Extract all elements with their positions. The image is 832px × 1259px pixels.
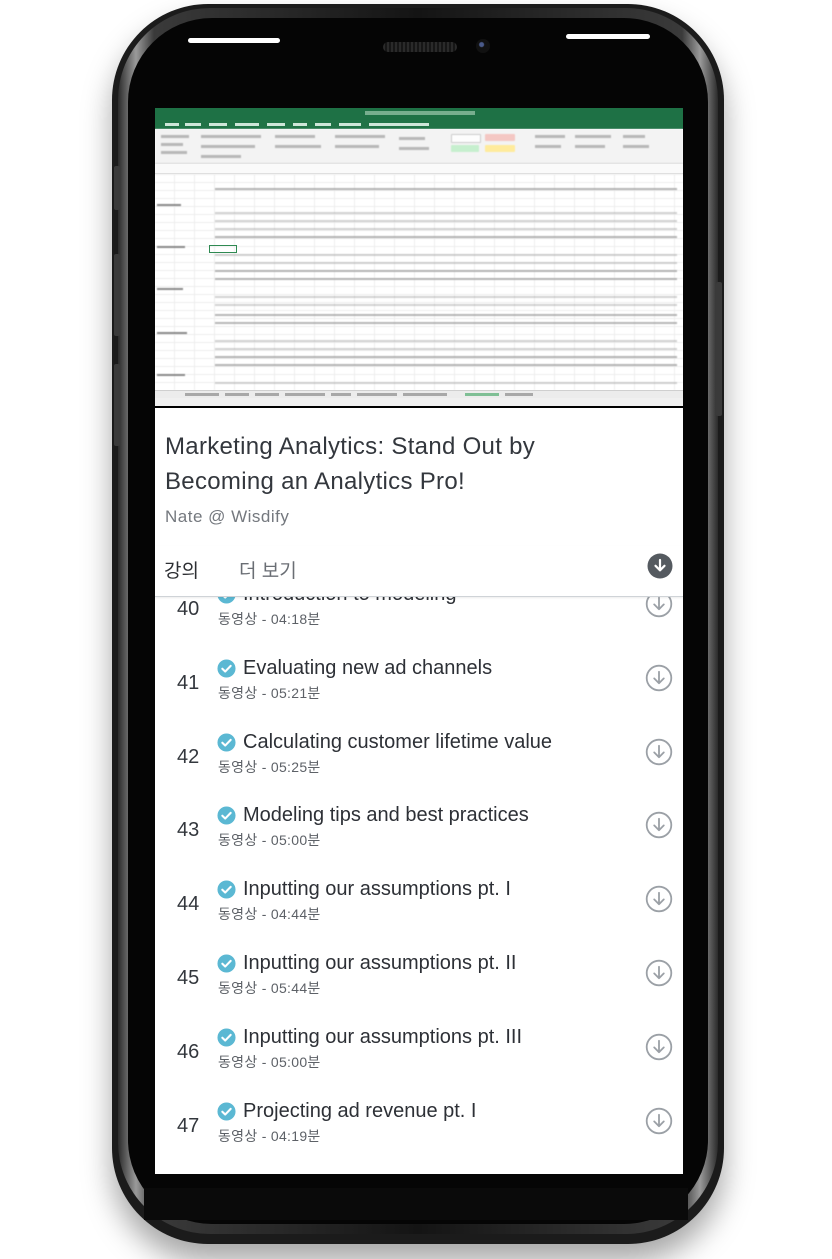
lecture-meta: 동영상 - 05:00분 (218, 832, 321, 848)
download-icon[interactable] (645, 959, 673, 987)
volume-up-button (114, 254, 120, 336)
tab-more[interactable]: 더 보기 (239, 556, 297, 583)
lecture-number: 47 (177, 1115, 200, 1137)
lecture-meta: 동영상 - 04:18분 (218, 611, 321, 627)
lecture-number: 40 (177, 598, 200, 620)
lecture-item[interactable]: 47 Projecting ad revenue pt. I 동영상 - 04:19… (155, 1074, 683, 1148)
glass-glint-left (188, 38, 280, 43)
download-icon[interactable] (645, 811, 673, 839)
lecture-item[interactable]: 41 Evaluating new ad channels 동영상 - 05:21분 (155, 631, 683, 705)
lecture-number: 43 (177, 819, 200, 841)
lecture-video-player[interactable] (155, 108, 683, 408)
lecture-meta: 동영상 - 04:44분 (218, 906, 321, 922)
lecture-title[interactable]: Introduction to modeling (243, 597, 456, 606)
lecture-title[interactable]: Evaluating new ad channels (243, 657, 492, 680)
download-icon[interactable] (645, 597, 673, 618)
spreadsheet-ribbon (155, 129, 683, 164)
lecture-number: 42 (177, 746, 200, 768)
completed-check-icon (217, 806, 236, 825)
course-title: Marketing Analytics: Stand Out by Becomi… (165, 433, 536, 495)
lecture-title[interactable]: Projecting ad revenue pt. I (243, 1100, 476, 1123)
front-camera (476, 39, 490, 53)
download-icon[interactable] (645, 738, 673, 766)
earpiece-speaker (383, 42, 457, 52)
lecture-title[interactable]: Modeling tips and best practices (243, 804, 529, 827)
download-all-icon[interactable] (647, 553, 673, 579)
lecture-item[interactable]: 46 Inputting our assumptions pt. III 동영상 -… (155, 1000, 683, 1074)
completed-check-icon (217, 733, 236, 752)
completed-check-icon (217, 659, 236, 678)
lecture-number: 44 (177, 893, 200, 915)
mute-switch (114, 166, 120, 210)
lecture-item[interactable]: 48Projecting ad revenue pt. II (155, 1147, 683, 1174)
lecture-item[interactable]: 45 Inputting our assumptions pt. II 동영상 - … (155, 926, 683, 1000)
lecture-title[interactable]: Inputting our assumptions pt. I (243, 878, 511, 901)
spreadsheet-grid (155, 174, 683, 390)
download-icon[interactable] (645, 664, 673, 692)
spreadsheet-menu-tabs (155, 120, 683, 129)
glass-glint-right (566, 34, 650, 39)
lecture-item[interactable]: 42 Calculating customer lifetime value 동영상… (155, 705, 683, 779)
lecture-item[interactable]: 40 Introduction to modeling 동영상 - 04:18분 (155, 597, 683, 631)
download-icon[interactable] (645, 1107, 673, 1135)
completed-check-icon (217, 597, 236, 604)
lecture-item[interactable]: 44 Inputting our assumptions pt. I 동영상 - 0… (155, 852, 683, 926)
download-icon[interactable] (645, 885, 673, 913)
course-tabs: 강의 더 보기 (155, 546, 683, 597)
lecture-title[interactable]: Inputting our assumptions pt. II (243, 952, 517, 975)
course-instructor[interactable]: Nate @ Wisdify (165, 507, 289, 527)
spreadsheet-selected-cell (209, 245, 237, 253)
tab-lecture[interactable]: 강의 (164, 556, 199, 583)
spreadsheet-titlebar (155, 108, 683, 120)
lecture-list: 40 Introduction to modeling 동영상 - 04:18분 41… (155, 597, 683, 1174)
lecture-number: 41 (177, 672, 200, 694)
video-bottom-edge (155, 406, 683, 408)
lecture-meta: 동영상 - 05:44분 (218, 980, 321, 996)
download-icon[interactable] (645, 1033, 673, 1061)
volume-down-button (114, 364, 120, 446)
lecture-item[interactable]: 43 Modeling tips and best practices 동영상 - … (155, 778, 683, 852)
phone-bottom-edge (144, 1188, 688, 1220)
lecture-number: 46 (177, 1041, 200, 1063)
power-button (716, 282, 722, 416)
lecture-meta: 동영상 - 05:21분 (218, 685, 321, 701)
lecture-meta: 동영상 - 05:25분 (218, 759, 321, 775)
lecture-title[interactable]: Projecting ad revenue pt. II (243, 1173, 482, 1174)
lecture-title[interactable]: Calculating customer lifetime value (243, 731, 552, 754)
lecture-meta: 동영상 - 04:19분 (218, 1128, 321, 1144)
completed-check-icon (217, 1028, 236, 1047)
app-screen: Marketing Analytics: Stand Out by Becomi… (155, 108, 683, 1174)
completed-check-icon (217, 1102, 236, 1121)
completed-check-icon (217, 880, 236, 899)
lecture-meta: 동영상 - 05:00분 (218, 1054, 321, 1070)
lecture-number: 45 (177, 967, 200, 989)
spreadsheet-formula-bar (155, 164, 683, 174)
completed-check-icon (217, 954, 236, 973)
lecture-title[interactable]: Inputting our assumptions pt. III (243, 1026, 522, 1049)
